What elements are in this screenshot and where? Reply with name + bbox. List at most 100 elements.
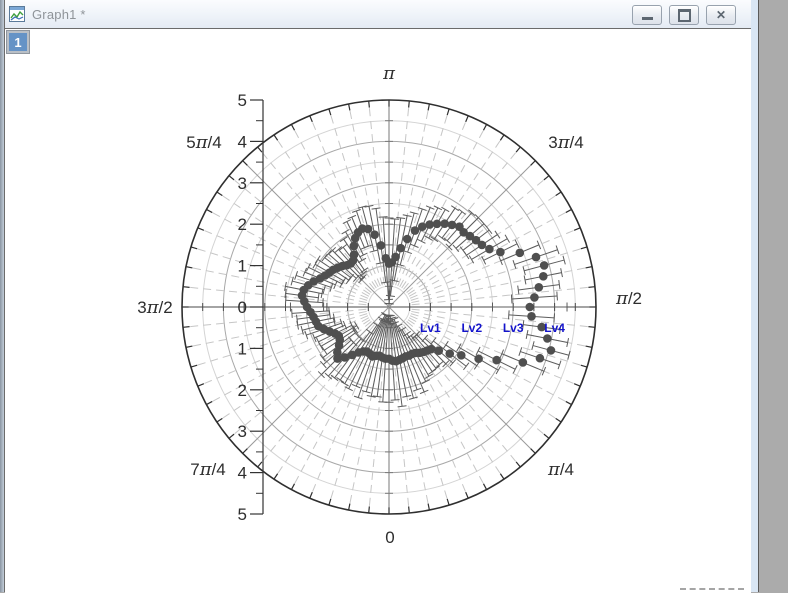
- radial-axis-tick-label: 0: [238, 298, 247, 317]
- data-point: [492, 356, 501, 365]
- error-bar-cap: [322, 346, 327, 353]
- error-bar-cap: [443, 341, 448, 348]
- data-point: [433, 220, 442, 229]
- data-point: [425, 220, 434, 229]
- error-bar-cap: [384, 299, 393, 300]
- error-bar-cap: [359, 253, 367, 257]
- error-bar-cap: [486, 227, 491, 234]
- data-point: [457, 351, 466, 360]
- error-bar-cap: [434, 206, 442, 210]
- data-point: [403, 235, 412, 244]
- rim-tick: [588, 327, 595, 328]
- rim-tick: [516, 462, 520, 467]
- layer-badge-number: 1: [9, 33, 27, 51]
- angular-axis-label: 0: [385, 528, 394, 547]
- error-bar-cap: [379, 217, 388, 218]
- angular-axis-label: 7π/4: [190, 459, 226, 480]
- data-point: [530, 293, 539, 302]
- rim-tick: [447, 499, 449, 505]
- rim-tick: [409, 101, 410, 108]
- error-bar-cap: [398, 406, 407, 407]
- rim-tick: [291, 484, 294, 490]
- rim-tick: [428, 504, 429, 510]
- error-bar-cap: [513, 365, 517, 373]
- angular-axis-label: π/4: [547, 459, 574, 480]
- rim-tick: [483, 484, 486, 490]
- level-label: Lv3: [503, 321, 524, 335]
- polar-chart[interactable]: 543210123450π/4π/23π/4π5π/43π/27π/4Lv1Lv…: [0, 0, 788, 592]
- rim-tick: [466, 492, 469, 498]
- rim-tick: [556, 192, 562, 196]
- data-point: [540, 261, 549, 270]
- error-bar-cap: [390, 219, 399, 220]
- angular-axis-label: 5π/4: [186, 132, 222, 153]
- data-point: [535, 283, 544, 292]
- error-bar-cap: [460, 247, 465, 254]
- error-bar-cap: [329, 310, 330, 319]
- data-point: [440, 219, 449, 228]
- error-bar-cap: [469, 255, 474, 263]
- radial-axis-tick-label: 3: [238, 422, 247, 441]
- angular-axis-label: 3π/4: [548, 132, 584, 153]
- rim-tick: [243, 449, 248, 454]
- error-bar-cap: [463, 363, 468, 370]
- rim-tick: [274, 474, 278, 480]
- level-label: Lv1: [420, 321, 441, 335]
- rim-tick: [588, 287, 595, 288]
- data-point: [516, 249, 525, 258]
- angular-axis-label: π: [382, 63, 396, 84]
- grid-spoke-dashed: [411, 267, 590, 303]
- rim-tick: [191, 365, 197, 367]
- error-bar-cap: [433, 366, 440, 371]
- rim-tick: [369, 506, 370, 513]
- layer-badge[interactable]: 1: [6, 30, 30, 54]
- data-point: [411, 226, 420, 235]
- rim-tick: [581, 247, 587, 249]
- rim-tick: [369, 101, 370, 108]
- rim-tick: [183, 287, 190, 288]
- origin-app: Graph1 * ✕ 543210123450π/4π/23π/4π5π/43π…: [0, 0, 788, 592]
- data-point: [547, 346, 556, 355]
- grid-spoke-dashed: [412, 287, 594, 305]
- angular-axis-label: π/2: [615, 288, 642, 309]
- rim-tick: [329, 499, 331, 505]
- data-point: [455, 222, 464, 231]
- data-point: [427, 345, 436, 354]
- rim-tick: [243, 161, 248, 166]
- error-bar-cap: [346, 276, 351, 283]
- window-right-border: [751, 0, 759, 592]
- rim-tick: [544, 434, 549, 438]
- error-bar-cap: [557, 291, 558, 300]
- data-point: [539, 272, 548, 281]
- error-bar-cap: [318, 293, 319, 302]
- data-point: [351, 234, 360, 243]
- data-point: [532, 253, 541, 262]
- rim-tick: [500, 474, 504, 480]
- rim-tick: [329, 109, 331, 115]
- error-bar-cap: [476, 347, 480, 355]
- data-point: [333, 354, 342, 363]
- rim-tick: [586, 346, 592, 347]
- radial-axis-tick-label: 5: [238, 91, 247, 110]
- level-label: Lv2: [461, 321, 482, 335]
- error-bar-cap: [292, 309, 293, 318]
- level-label: Lv4: [544, 321, 565, 335]
- rim-tick: [191, 247, 197, 249]
- error-bar-cap: [342, 229, 350, 234]
- error-bar-cap: [505, 235, 510, 243]
- rim-tick: [310, 116, 313, 122]
- data-point: [519, 358, 528, 367]
- rim-tick: [198, 228, 204, 231]
- data-point: [396, 244, 405, 253]
- error-bar-cap: [343, 220, 351, 224]
- error-bar-cap: [509, 310, 510, 319]
- rim-tick: [186, 267, 192, 268]
- error-bar-cap: [441, 207, 449, 212]
- rim-tick: [574, 384, 580, 387]
- rim-tick: [258, 462, 262, 467]
- data-point: [418, 222, 427, 231]
- graph-window: Graph1 * ✕ 543210123450π/4π/23π/4π5π/43π…: [0, 0, 759, 592]
- rim-tick: [310, 492, 313, 498]
- data-point: [382, 254, 391, 263]
- rim-tick: [466, 116, 469, 122]
